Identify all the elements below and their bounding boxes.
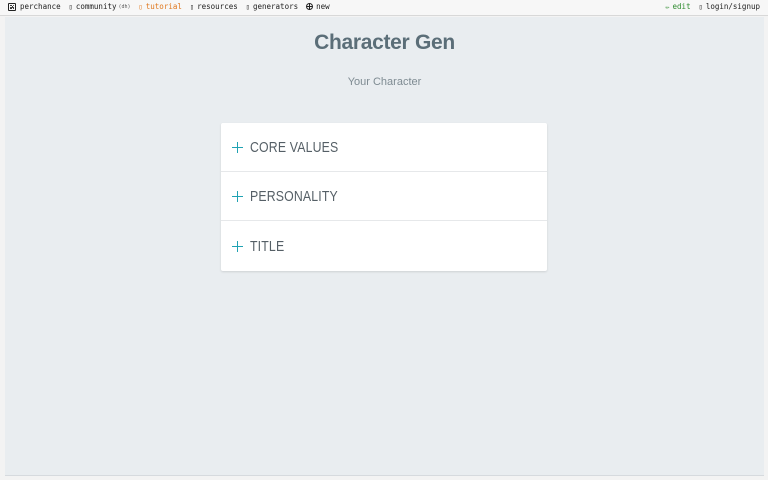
plus-icon [232, 190, 243, 202]
accordion: CORE VALUES PERSONALITY TITLE [221, 123, 547, 271]
nav-perchance[interactable]: perchance [8, 2, 61, 11]
nav-resources-label: resources [197, 2, 238, 11]
book-icon: ▯ [138, 2, 143, 11]
plus-icon [232, 141, 243, 153]
accordion-label: PERSONALITY [250, 187, 338, 205]
accordion-item-title[interactable]: TITLE [221, 221, 547, 271]
generator-panel: Character Gen Your Character CORE VALUES… [5, 17, 764, 476]
accordion-label: TITLE [250, 237, 285, 255]
nav-community[interactable]: ▯ community (dh) [69, 2, 131, 11]
dice-icon [8, 2, 16, 11]
chat-icon: ▯ [68, 2, 73, 11]
pencil-icon: ✏ [665, 2, 670, 11]
list-icon: ▯ [245, 2, 250, 11]
accordion-item-core-values[interactable]: CORE VALUES [221, 123, 547, 172]
nav-right: ✏ edit ▯ login/signup [657, 2, 760, 11]
nav-left: perchance ▯ community (dh) ▯ tutorial ▯ … [8, 2, 338, 11]
user-icon: ▯ [698, 2, 703, 11]
nav-perchance-label: perchance [20, 2, 61, 11]
globe-icon [306, 3, 314, 10]
page-title: Character Gen [314, 31, 455, 54]
nav-generators-label: generators [252, 2, 299, 11]
top-nav-bar: perchance ▯ community (dh) ▯ tutorial ▯ … [0, 0, 768, 16]
nav-community-label: community [75, 2, 117, 11]
accordion-label: CORE VALUES [250, 138, 339, 156]
nav-new-label: new [316, 2, 330, 11]
nav-tutorial-label: tutorial [145, 2, 182, 11]
nav-new[interactable]: new [306, 2, 330, 11]
nav-login-label: login/signup [705, 2, 760, 11]
nav-tutorial[interactable]: ▯ tutorial [139, 2, 182, 11]
nav-community-suffix: (dh) [118, 3, 131, 10]
page-subtitle: Your Character [347, 76, 422, 88]
nav-login[interactable]: ▯ login/signup [699, 2, 760, 11]
nav-edit[interactable]: ✏ edit [665, 2, 690, 11]
plus-icon [232, 240, 243, 252]
folder-icon: ▯ [189, 2, 195, 11]
nav-resources[interactable]: ▯ resources [190, 2, 238, 11]
nav-generators[interactable]: ▯ generators [246, 2, 298, 11]
accordion-item-personality[interactable]: PERSONALITY [221, 172, 547, 221]
nav-edit-label: edit [672, 2, 691, 11]
